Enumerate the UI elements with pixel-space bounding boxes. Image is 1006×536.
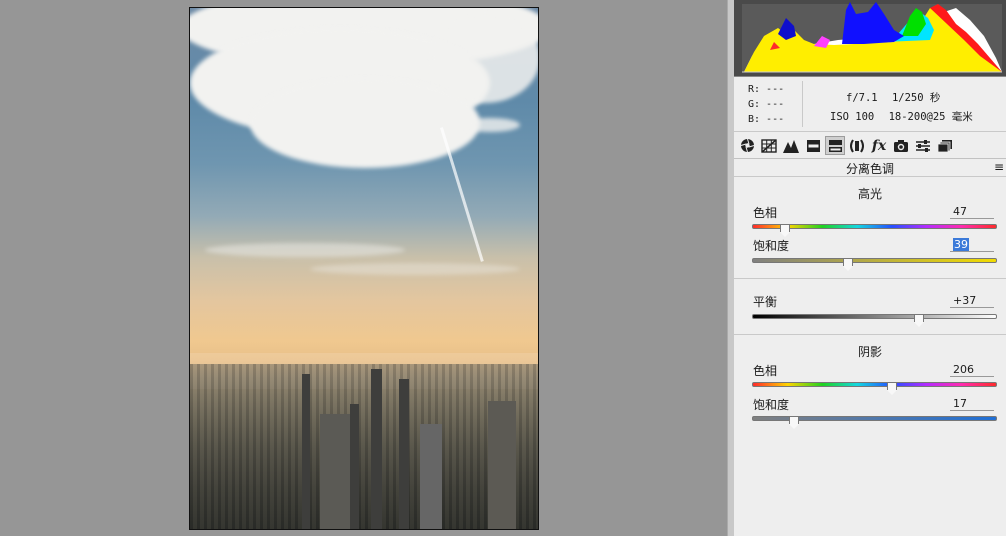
shadows-saturation-slider[interactable] bbox=[752, 416, 997, 429]
section-divider bbox=[734, 278, 1006, 279]
rgb-readout: R: --- G: --- B: --- bbox=[748, 82, 784, 127]
fx-icon[interactable]: fx bbox=[869, 136, 889, 155]
cityscape bbox=[190, 364, 538, 529]
balance-value[interactable]: +37 bbox=[950, 294, 994, 308]
iso-value: ISO 100 bbox=[830, 111, 875, 123]
shadows-title: 阴影 bbox=[857, 345, 882, 359]
panel-toolbar: fx bbox=[734, 133, 1006, 159]
basic-aperture-icon[interactable] bbox=[737, 136, 757, 155]
image-canvas bbox=[0, 0, 727, 536]
highlights-saturation-slider[interactable] bbox=[752, 258, 997, 271]
hsl-bars-icon[interactable] bbox=[803, 136, 823, 155]
highlights-saturation-value[interactable]: 39 bbox=[950, 238, 994, 252]
photo-preview[interactable] bbox=[189, 7, 539, 530]
mountain-detail-icon[interactable] bbox=[781, 136, 801, 155]
lens-value: 18-200@25 毫米 bbox=[888, 111, 973, 123]
highlights-saturation-value-text: 39 bbox=[953, 238, 969, 251]
highlights-title: 高光 bbox=[857, 187, 882, 201]
info-divider bbox=[802, 81, 803, 127]
shadows-saturation-value-text: 17 bbox=[953, 397, 967, 410]
exif-info: f/7.1 1/250 秒 ISO 100 18-200@25 毫米 bbox=[830, 89, 973, 127]
shadows-hue-value[interactable]: 206 bbox=[950, 363, 994, 377]
highlights-hue-value-text: 47 bbox=[953, 205, 967, 218]
cloud bbox=[205, 243, 405, 257]
building bbox=[320, 414, 350, 529]
balance-label: 平衡 bbox=[753, 295, 778, 309]
image-info: R: --- G: --- B: --- f/7.1 1/250 秒 ISO 1… bbox=[734, 77, 1006, 132]
b-readout: B: --- bbox=[748, 114, 785, 125]
tower bbox=[350, 404, 359, 529]
shadows-saturation-label: 饱和度 bbox=[753, 398, 790, 412]
g-readout: G: --- bbox=[748, 99, 785, 110]
aperture-value: f/7.1 bbox=[846, 92, 878, 104]
histogram-graph bbox=[742, 2, 1002, 73]
building bbox=[488, 401, 516, 529]
shadows-hue-slider[interactable] bbox=[752, 382, 997, 395]
tower bbox=[302, 374, 310, 529]
tower bbox=[371, 369, 382, 529]
r-readout: R: --- bbox=[748, 84, 785, 95]
building bbox=[420, 424, 442, 529]
cloud bbox=[310, 263, 520, 275]
cloud bbox=[430, 13, 538, 103]
tone-curve-grid-icon[interactable] bbox=[759, 136, 779, 155]
tower bbox=[399, 379, 409, 529]
camera-icon[interactable] bbox=[891, 136, 911, 155]
highlights-saturation-label: 饱和度 bbox=[753, 239, 790, 253]
histogram bbox=[734, 0, 1006, 77]
highlights-hue-slider[interactable] bbox=[752, 224, 997, 237]
develop-panel: R: --- G: --- B: --- f/7.1 1/250 秒 ISO 1… bbox=[734, 0, 1006, 536]
lens-corrections-icon[interactable] bbox=[847, 136, 867, 155]
panel-menu-icon[interactable]: ≡ bbox=[994, 160, 1004, 174]
shadows-hue-label: 色相 bbox=[753, 364, 778, 378]
title-divider bbox=[734, 176, 1006, 177]
section-divider bbox=[734, 334, 1006, 335]
balance-value-text: +37 bbox=[953, 294, 977, 307]
balance-slider[interactable] bbox=[752, 314, 997, 327]
cloud bbox=[250, 78, 480, 168]
highlights-hue-label: 色相 bbox=[753, 206, 778, 220]
cloud bbox=[460, 118, 520, 132]
shadows-hue-value-text: 206 bbox=[953, 363, 974, 376]
shadows-saturation-value[interactable]: 17 bbox=[950, 397, 994, 411]
panel-title[interactable]: 分离色调 bbox=[734, 160, 1006, 177]
contrail bbox=[440, 127, 484, 262]
sliders-icon[interactable] bbox=[913, 136, 933, 155]
presets-icon[interactable] bbox=[935, 136, 955, 155]
highlights-hue-value[interactable]: 47 bbox=[950, 205, 994, 219]
shutter-value: 1/250 秒 bbox=[891, 92, 941, 104]
split-toning-icon[interactable] bbox=[825, 136, 845, 155]
